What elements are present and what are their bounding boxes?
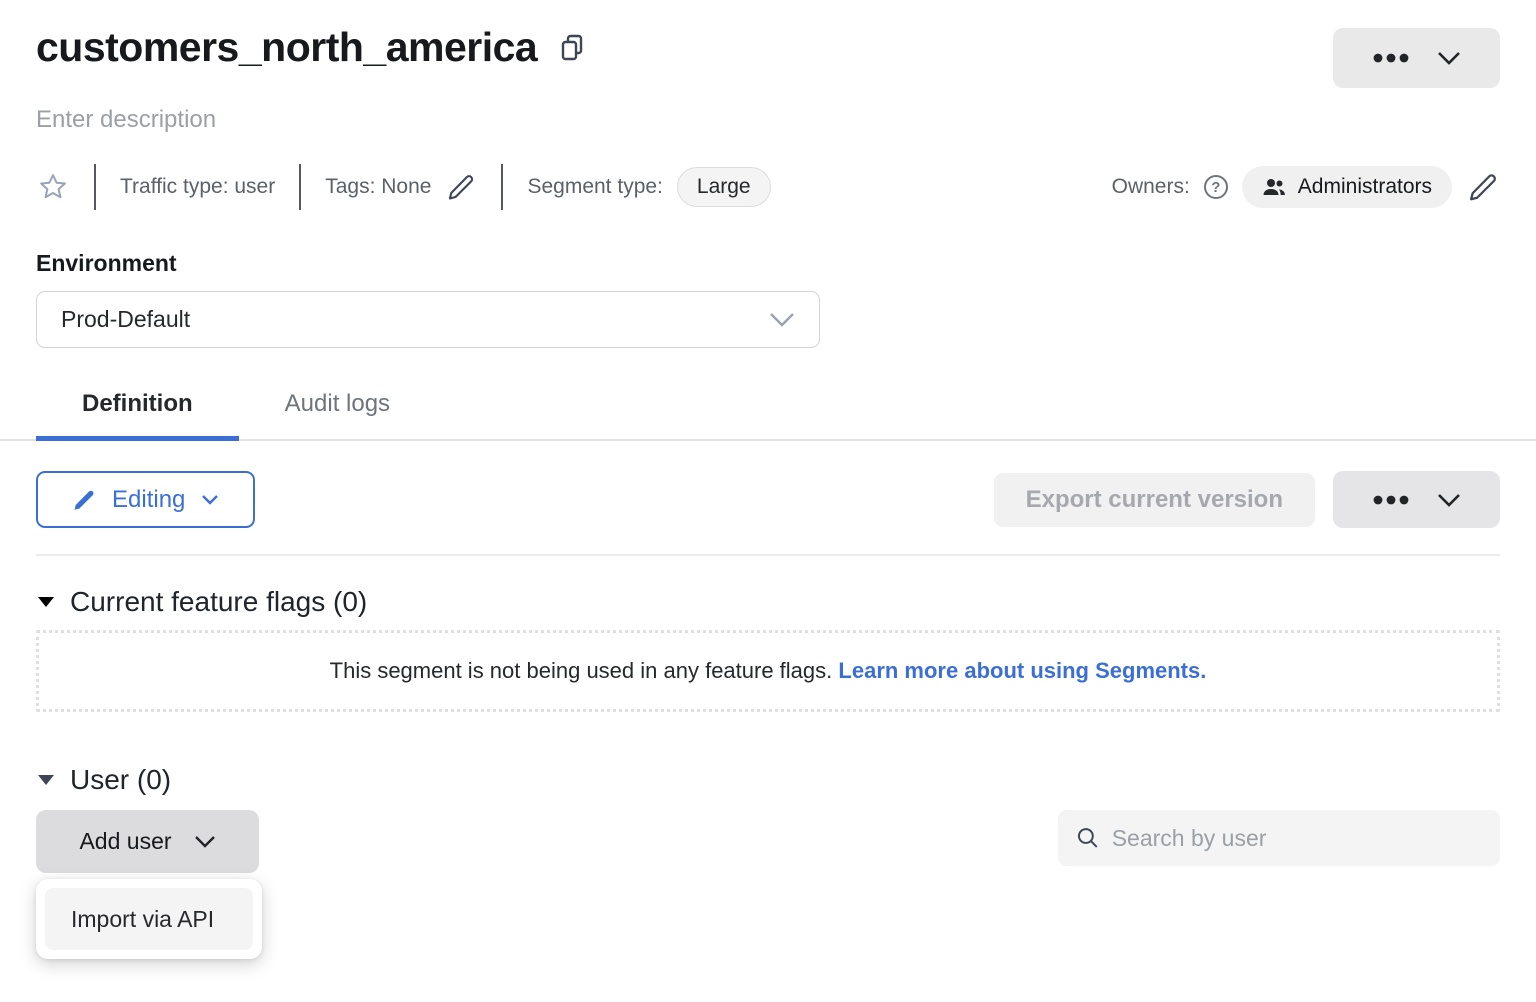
tab-definition[interactable]: Definition [36, 380, 239, 441]
environment-section: Environment Prod-Default [36, 250, 1500, 348]
description-field[interactable]: Enter description [36, 106, 1500, 134]
user-section-header: User (0) [36, 764, 1500, 796]
owners-group: Owners: ? Administrators [1112, 166, 1500, 208]
ellipsis-icon [1373, 495, 1409, 505]
editing-button[interactable]: Editing [36, 471, 255, 528]
header-more-button[interactable] [1333, 28, 1500, 88]
segment-type-label: Segment type: [527, 175, 662, 199]
add-user-button[interactable]: Add user [36, 810, 259, 873]
chevron-down-icon [769, 312, 795, 328]
title-wrap: customers_north_america [36, 24, 587, 71]
edit-tags-icon[interactable] [445, 171, 477, 203]
edit-owners-icon[interactable] [1466, 170, 1500, 204]
ellipsis-icon [1373, 53, 1409, 63]
editing-label: Editing [112, 486, 185, 514]
segment-detail-page: customers_north_america Enter descriptio… [0, 0, 1536, 1002]
section-title-feature-flags: Current feature flags (0) [70, 586, 367, 618]
favorite-star-icon[interactable] [36, 170, 70, 204]
meta-row: Traffic type: user Tags: None Segment ty… [36, 164, 1500, 210]
section-title-user: User (0) [70, 764, 171, 796]
empty-state-message: This segment is not being used in any fe… [330, 658, 833, 683]
add-user-column: Add user Import via API [36, 810, 259, 873]
header: customers_north_america [36, 24, 1500, 88]
search-icon [1076, 825, 1100, 851]
chevron-down-icon [194, 835, 216, 848]
tab-audit-logs[interactable]: Audit logs [239, 380, 436, 441]
divider [501, 164, 503, 210]
people-icon [1262, 177, 1286, 197]
traffic-type-label: Traffic type: user [120, 175, 275, 199]
divider [94, 164, 96, 210]
divider [299, 164, 301, 210]
segment-type-group: Segment type: Large [527, 167, 770, 207]
toolbar: Editing Export current version [36, 471, 1500, 528]
owners-badge[interactable]: Administrators [1242, 166, 1452, 208]
menu-item-import-via-api[interactable]: Import via API [45, 888, 253, 950]
environment-selected-value: Prod-Default [61, 306, 190, 333]
tags-label: Tags: None [325, 175, 431, 199]
feature-flags-section-header: Current feature flags (0) [36, 586, 1500, 618]
chevron-down-icon [1437, 51, 1461, 65]
environment-select[interactable]: Prod-Default [36, 291, 820, 348]
add-user-label: Add user [79, 828, 171, 855]
user-row: Add user Import via API [36, 810, 1500, 873]
tab-bar: Definition Audit logs [0, 380, 1536, 441]
search-input[interactable] [1112, 825, 1482, 852]
empty-state-box: This segment is not being used in any fe… [36, 630, 1500, 712]
caret-down-icon[interactable] [36, 771, 56, 789]
copy-icon[interactable] [557, 31, 587, 65]
pencil-icon [72, 488, 96, 512]
owners-value: Administrators [1298, 175, 1432, 199]
owners-label: Owners: [1112, 175, 1190, 199]
chevron-down-icon [1437, 493, 1461, 507]
user-search[interactable] [1058, 810, 1500, 866]
help-icon[interactable]: ? [1204, 175, 1228, 199]
more-actions-button[interactable] [1333, 471, 1500, 528]
add-user-menu: Import via API [36, 879, 262, 959]
segment-type-badge: Large [677, 167, 771, 207]
divider [36, 554, 1500, 556]
chevron-down-icon [201, 494, 219, 505]
toolbar-right: Export current version [994, 471, 1500, 528]
tags-group: Tags: None [325, 171, 477, 203]
environment-label: Environment [36, 250, 1500, 277]
caret-down-icon[interactable] [36, 593, 56, 611]
learn-more-link[interactable]: Learn more about using Segments. [838, 658, 1206, 683]
page-title: customers_north_america [36, 24, 537, 71]
empty-state-text: This segment is not being used in any fe… [330, 658, 1207, 684]
meta-left: Traffic type: user Tags: None Segment ty… [36, 164, 771, 210]
export-button[interactable]: Export current version [994, 473, 1315, 527]
